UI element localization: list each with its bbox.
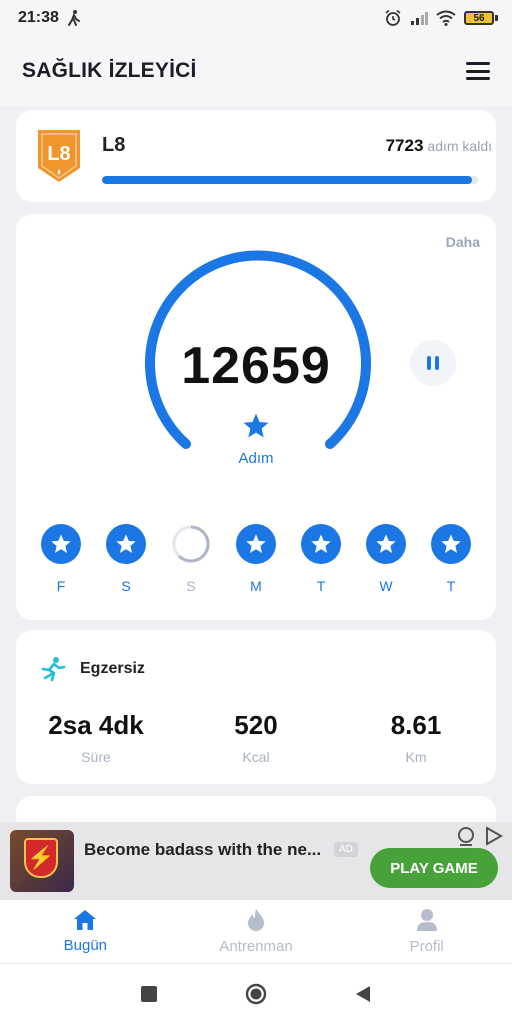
app-title: SAĞLIK İZLEYİCİ [22, 59, 197, 82]
week-day-label: W [379, 578, 393, 594]
day-complete-star-icon [236, 524, 276, 564]
back-triangle-icon[interactable] [355, 985, 371, 1003]
exercise-card[interactable]: Egzersiz 2sa 4dk Süre 520 Kcal 8.61 Km [16, 630, 496, 784]
nav-training[interactable]: Antrenman [171, 900, 342, 963]
stat-value: 2sa 4dk [48, 710, 144, 740]
stat-duration: 2sa 4dk Süre [16, 710, 176, 765]
status-time: 21:38 [18, 9, 59, 26]
home-icon [74, 910, 97, 930]
steps-remaining: 7723 adım kaldı [386, 136, 492, 156]
nav-today[interactable]: Bugün [0, 900, 171, 963]
ad-tag: AD [334, 842, 358, 857]
level-badge-icon: L8 [38, 130, 80, 182]
person-icon [416, 909, 437, 931]
home-circle-icon[interactable] [245, 983, 267, 1005]
level-label: L8 [102, 134, 126, 156]
week-day[interactable]: S [105, 524, 147, 594]
nav-label: Profil [409, 938, 444, 955]
walking-icon [67, 10, 80, 26]
stat-label: Süre [81, 749, 111, 765]
svg-text:L8: L8 [47, 143, 70, 165]
week-day-label: T [316, 578, 326, 594]
level-progress-fill [102, 176, 473, 184]
day-complete-star-icon [431, 524, 471, 564]
ad-thumbnail[interactable]: ⚡ [10, 830, 74, 892]
nav-label: Bugün [63, 937, 108, 954]
stat-value: 8.61 [390, 710, 442, 740]
day-complete-star-icon [366, 524, 406, 564]
week-day[interactable]: S [170, 524, 212, 594]
ad-banner[interactable]: ⚡ Become badass with the ne... AD PLAY G… [0, 822, 512, 900]
ad-info-icons [456, 826, 504, 846]
ad-choices-play-icon[interactable] [484, 826, 504, 846]
ad-text[interactable]: Become badass with the ne... [84, 840, 321, 860]
steps-unit-label: Adım [238, 450, 274, 467]
wifi-icon [436, 10, 456, 26]
week-day-label: M [250, 578, 262, 594]
level-card[interactable]: L8 [16, 110, 496, 202]
ad-choices-person-icon[interactable] [456, 826, 476, 846]
week-day-row: FSSMTWT [40, 524, 472, 594]
system-nav-bar [0, 964, 512, 1024]
hamburger-menu-icon[interactable] [466, 62, 490, 80]
star-icon [243, 413, 269, 438]
stat-value: 520 [234, 710, 278, 740]
week-day[interactable]: M [235, 524, 277, 594]
bottom-nav: Bugün Antrenman Profil [0, 900, 512, 964]
status-time-group: 21:38 [18, 9, 81, 27]
battery-icon: 56 [464, 10, 498, 26]
exercise-stats: 2sa 4dk Süre 520 Kcal 8.61 Km [16, 710, 496, 765]
week-day-label: S [186, 578, 196, 594]
week-day-label: T [446, 578, 456, 594]
play-game-button[interactable]: PLAY GAME [370, 848, 498, 888]
recents-square-icon[interactable] [141, 986, 157, 1002]
week-day[interactable]: T [300, 524, 342, 594]
pause-icon [427, 356, 431, 370]
nav-label: Antrenman [219, 938, 293, 955]
week-day[interactable]: T [430, 524, 472, 594]
signal-icon [411, 12, 428, 25]
pause-button[interactable] [410, 340, 456, 386]
day-progress-ring-icon [171, 524, 211, 564]
status-bar: 21:38 56 [0, 0, 512, 36]
lightning-shield-icon: ⚡ [24, 838, 58, 878]
nav-profile[interactable]: Profil [341, 900, 512, 963]
day-complete-star-icon [301, 524, 341, 564]
day-complete-star-icon [41, 524, 81, 564]
exercise-title: Egzersiz [80, 660, 145, 677]
level-progress-bar [102, 176, 478, 184]
week-day[interactable]: W [365, 524, 407, 594]
steps-remaining-text: adım kaldı [427, 138, 492, 154]
flame-icon [248, 909, 264, 931]
stat-calories: 520 Kcal [176, 710, 336, 765]
status-icons: 56 [384, 9, 498, 27]
steps-remaining-value: 7723 [385, 136, 424, 155]
steps-card: Daha 12659 Adım FSSMTWT [16, 214, 496, 620]
week-day-label: F [56, 578, 66, 594]
stat-distance: 8.61 Km [336, 710, 496, 765]
day-complete-star-icon [106, 524, 146, 564]
alarm-icon [385, 9, 401, 26]
week-day-label: S [121, 578, 131, 594]
battery-level: 56 [464, 11, 494, 25]
more-link[interactable]: Daha [446, 234, 480, 250]
stat-label: Kcal [242, 749, 270, 765]
week-day[interactable]: F [40, 524, 82, 594]
app-bar: SAĞLIK İZLEYİCİ [0, 36, 512, 106]
running-icon [41, 657, 66, 682]
stat-label: Km [405, 749, 427, 765]
